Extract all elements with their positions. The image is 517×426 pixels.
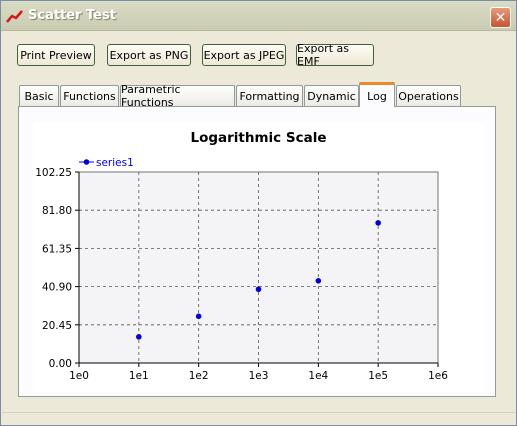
- x-tick-label: 1e3: [249, 370, 269, 382]
- export-jpeg-button[interactable]: Export as JPEG: [202, 44, 286, 66]
- chart-title: Logarithmic Scale: [190, 130, 326, 146]
- x-tick-label: 1e1: [129, 370, 149, 382]
- data-point: [315, 278, 322, 284]
- x-tick-label: 1e6: [428, 370, 448, 382]
- close-icon: ✕: [494, 9, 507, 26]
- y-tick-label: 61.35: [42, 243, 72, 255]
- tab-basic[interactable]: Basic: [19, 85, 59, 106]
- data-point: [136, 334, 142, 340]
- y-tick-label: 0.00: [49, 358, 72, 370]
- title-bar[interactable]: Scatter Test ✕: [1, 1, 516, 31]
- y-tick-label: 81.80: [42, 205, 72, 217]
- window-title: Scatter Test: [28, 8, 116, 23]
- tab-formatting[interactable]: Formatting: [236, 85, 303, 106]
- legend-label: series1: [96, 157, 134, 169]
- scatter-chart: Logarithmic Scale 1e0 1e1 1e2 1e3 1e4 1e5 1e6 10…: [35, 130, 448, 382]
- tab-operations[interactable]: Operations: [396, 85, 461, 106]
- status-divider: [2, 412, 515, 413]
- main-window: Scatter Test ✕ Print Preview Export as P…: [0, 0, 517, 426]
- print-preview-button[interactable]: Print Preview: [17, 44, 95, 66]
- data-point: [195, 313, 202, 320]
- export-emf-button[interactable]: Export as EMF: [296, 42, 374, 68]
- x-tick-label: 1e2: [189, 370, 209, 382]
- legend-marker: [83, 159, 90, 165]
- export-png-button[interactable]: Export as PNG: [107, 44, 191, 66]
- y-tick-label: 102.25: [35, 167, 72, 179]
- y-tick-label: 40.90: [42, 282, 72, 294]
- data-point: [375, 220, 381, 226]
- chart-container: Logarithmic Scale 1e0 1e1 1e2 1e3 1e4 1e5 1e6 10…: [33, 122, 484, 392]
- tab-functions[interactable]: Functions: [60, 85, 119, 106]
- close-button[interactable]: ✕: [490, 7, 511, 28]
- y-tick-label: 20.45: [42, 320, 72, 332]
- data-point: [255, 286, 262, 293]
- tab-parametric-functions[interactable]: Parametric Functions: [120, 83, 235, 109]
- x-tick-label: 1e5: [368, 370, 388, 382]
- tab-dynamic[interactable]: Dynamic: [304, 85, 359, 106]
- x-tick-label: 1e4: [308, 370, 328, 382]
- chart-line-icon: [6, 10, 23, 23]
- x-tick-label: 1e0: [69, 370, 89, 382]
- tab-log[interactable]: Log: [359, 82, 395, 107]
